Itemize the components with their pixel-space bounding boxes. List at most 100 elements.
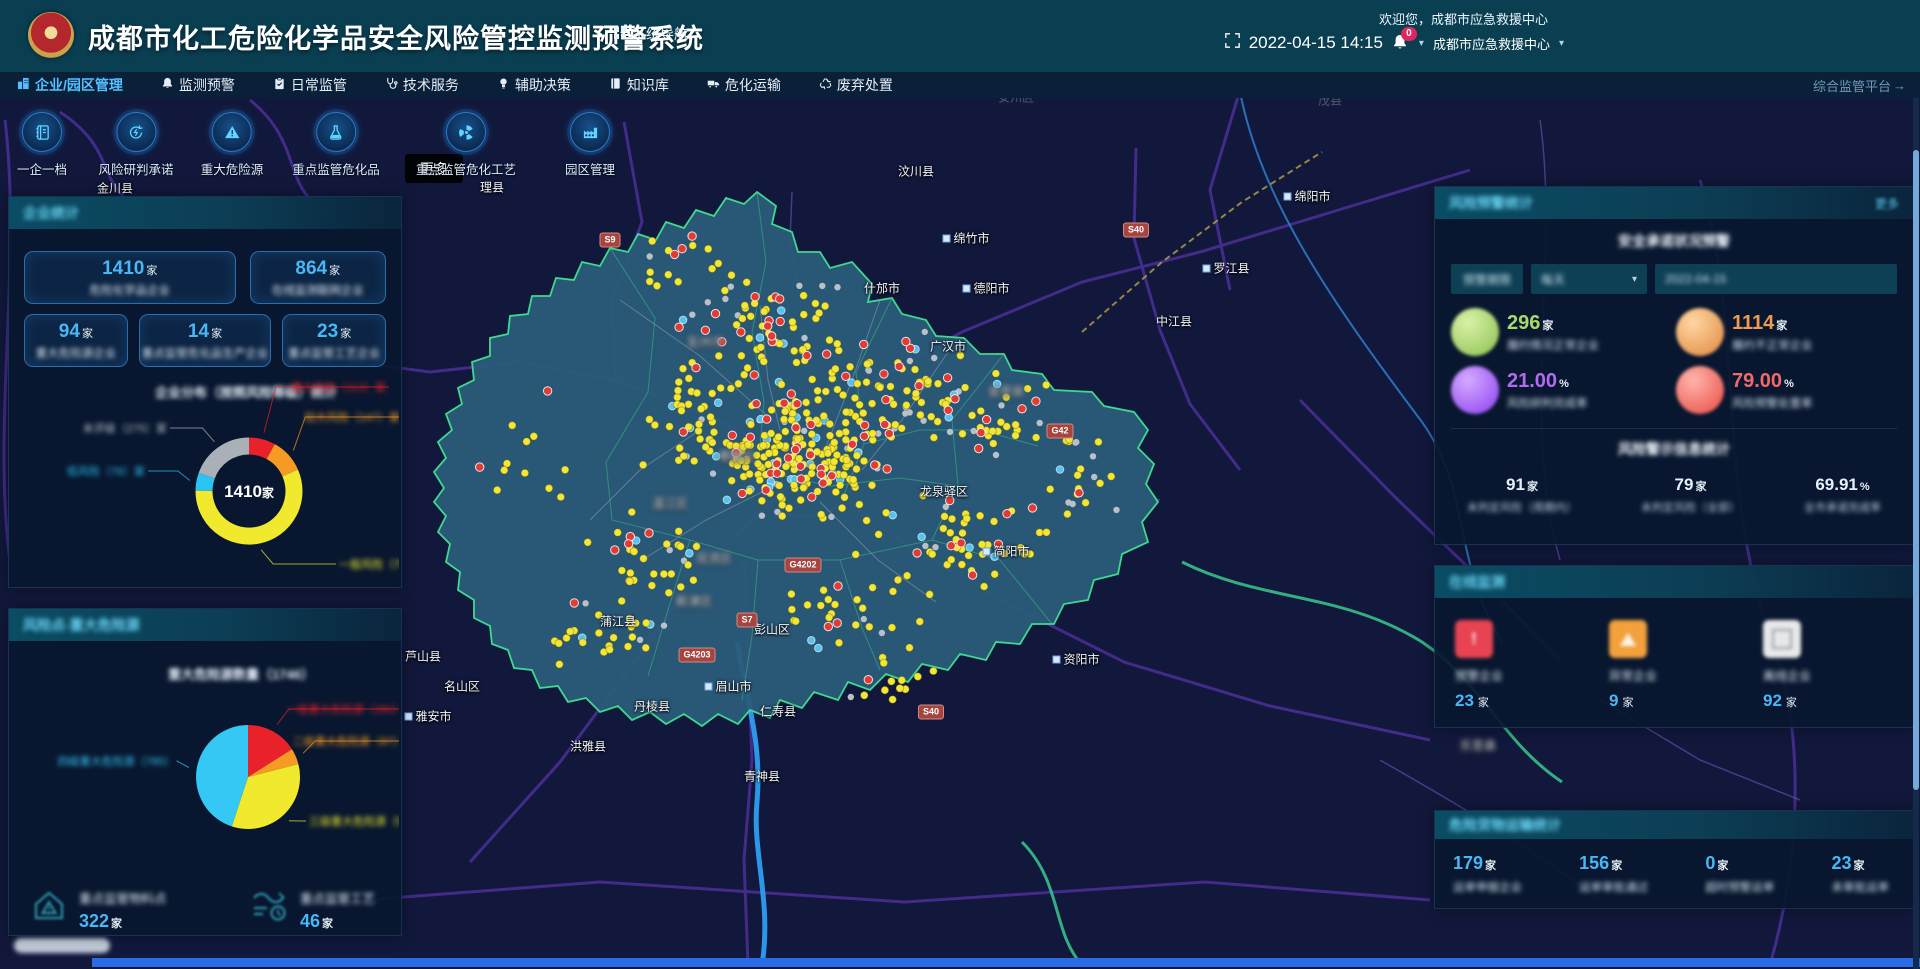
- scrollbar-thumb[interactable]: [1913, 150, 1919, 790]
- stat-box: 864家在线监测联网企业: [250, 251, 386, 304]
- user-org-dropdown[interactable]: 成都市应急救援中心: [1433, 34, 1550, 53]
- svg-text:低风险（76）家: 低风险（76）家: [67, 464, 145, 478]
- monitor-square-stats: !预警企业23家异常企业9家离线企业92家: [1435, 598, 1913, 711]
- subnav-item-3[interactable]: 重点监管危化品: [292, 112, 380, 178]
- subnav-item-0[interactable]: 一企一档: [17, 112, 67, 178]
- nav-item-7[interactable]: 废弃处置: [819, 75, 893, 95]
- grid-icon: [614, 26, 626, 42]
- transport-stat: 179家运单申报企业: [1453, 853, 1522, 895]
- subnav-item-2[interactable]: 重大危险源: [201, 112, 264, 178]
- stat-box-label: 危险化学品企业: [27, 282, 233, 298]
- square-icon-triangle: [1609, 620, 1647, 658]
- enterprise-stat-row-1: 1410家危险化学品企业864家在线监测联网企业: [9, 251, 401, 304]
- chevron-down-icon: ▾: [1632, 274, 1637, 285]
- panel-title: 危险货物运输统计: [1449, 815, 1561, 835]
- enterprise-stat-row-2: 94家重大危险源企业14家重点监管危化品生产企业23家重点监管工艺企业: [9, 314, 401, 367]
- bottom-river-strip: [92, 958, 1920, 967]
- circle-stat-label: 履约情况正常企业: [1507, 337, 1599, 353]
- org-building-icon: [17, 77, 30, 93]
- home-warning-icon: [29, 885, 69, 930]
- monitor-stat: 异常企业9家: [1609, 620, 1719, 711]
- stat-circle-green: [1451, 308, 1499, 356]
- page-title: 成都市化工危险化学品安全风险管控监测预警系统: [88, 17, 704, 56]
- nav-item-6[interactable]: 危化运输: [707, 75, 781, 95]
- bulb-icon: [497, 77, 510, 93]
- bell-icon: [161, 77, 174, 93]
- warning-filters: 预警期限 每天 ▾ 2022-04-15: [1435, 264, 1913, 294]
- keypoint-label: 重点监管物料点: [79, 888, 167, 907]
- svg-text:二级重大危险源（87）: 二级重大危险源（87）: [293, 734, 399, 748]
- circle-stat: 296家履约情况正常企业: [1451, 308, 1672, 356]
- svg-text:一级重大危险源（280）: 一级重大危险源（280）: [287, 702, 399, 716]
- system-nav-button[interactable]: 系统导航: [614, 24, 688, 44]
- nav-item-0[interactable]: 企业/园区管理: [17, 75, 123, 95]
- nav-item-3[interactable]: 技术服务: [385, 75, 459, 95]
- notifications-bell[interactable]: 0: [1392, 34, 1410, 52]
- transport-stat-row: 179家运单申报企业156家运单审批通过0家超时预警运单23家未审批运单: [1435, 839, 1913, 895]
- clipboard-icon: [273, 77, 286, 93]
- nav-item-5[interactable]: 知识库: [609, 75, 669, 95]
- svg-text:三级重大危险源（594）: 三级重大危险源（594）: [309, 814, 399, 828]
- app-header: 成都市化工危险化学品安全风险管控监测预警系统 系统导航 欢迎您，成都市应急救援中…: [0, 0, 1920, 72]
- svg-text:重大危险源数量（1746）: 重大危险源数量（1746）: [168, 667, 314, 682]
- panel-title: 企业统计: [23, 203, 79, 223]
- transport-stat-label: 运单审批通过: [1579, 879, 1648, 895]
- warning-bottom-stats: 91家未判定风险（周期内）79家未判定风险（全部）69.91%全市承诺完成率: [1435, 475, 1913, 515]
- warning-triangle-icon: [212, 112, 252, 152]
- stat-box: 23家重点监管工艺企业: [282, 314, 386, 367]
- monitor-stat-label: 异常企业: [1609, 667, 1719, 684]
- nav-item-1[interactable]: 监测预警: [161, 75, 235, 95]
- section-title: 安全承诺状况预警: [1435, 231, 1913, 251]
- nav-item-label: 企业/园区管理: [35, 75, 123, 95]
- svg-text:1410家: 1410家: [224, 482, 275, 501]
- warning-stat: 91家未判定风险（周期内）: [1467, 475, 1577, 515]
- nav-item-4[interactable]: 辅助决策: [497, 75, 571, 95]
- keypoint-label: 重点监管工艺: [300, 888, 375, 907]
- warn-date-input[interactable]: 2022-04-15: [1655, 264, 1897, 294]
- dashboard-root: 金川县理县汶川县绵阳市绵竹市罗江县什邡市德阳市中江县广汉市龙泉驿区简阳市资阳市蒲…: [0, 0, 1920, 969]
- subnav-item-label: 风险研判承诺: [98, 159, 173, 178]
- circle-stat: 1114家履约不正常企业: [1676, 308, 1897, 356]
- stat-box: 94家重大危险源企业: [24, 314, 128, 367]
- svg-text:一般风险（799）家: 一般风险（799）家: [339, 557, 399, 571]
- transport-stat: 23家未审批运单: [1831, 853, 1889, 895]
- warning-stat-label: 全市承诺完成率: [1804, 499, 1881, 515]
- nav-item-label: 废弃处置: [837, 75, 893, 95]
- subnav-item-1[interactable]: 风险研判承诺: [98, 112, 173, 178]
- subnav-item-label: 一企一档: [17, 159, 67, 178]
- notification-badge: 0: [1401, 27, 1417, 41]
- warn-period-select[interactable]: 每天 ▾: [1531, 264, 1647, 294]
- process-icon: [250, 885, 290, 930]
- svg-text:未评级（275）家: 未评级（275）家: [83, 421, 167, 435]
- panel-title: 风险点-重大危险源: [23, 615, 140, 635]
- chevron-down-icon[interactable]: ▾: [1559, 38, 1564, 49]
- nav-item-label: 辅助决策: [515, 75, 571, 95]
- stat-box-label: 重大危险源企业: [27, 345, 125, 361]
- chevron-down-icon[interactable]: ▾: [1419, 38, 1424, 49]
- monitor-stat: !预警企业23家: [1455, 620, 1565, 711]
- fullscreen-icon[interactable]: [1225, 33, 1240, 53]
- main-nav: 企业/园区管理 监测预警 日常监管 技术服务 辅助决策 知识库 危化运输 废弃处置 综合监管平…: [0, 72, 1920, 98]
- header-toolbar: 2022-04-15 14:15 0 ▾ 成都市应急救援中心 ▾: [1225, 33, 1564, 53]
- monitor-stat: 离线企业92家: [1763, 620, 1873, 711]
- transport-stat: 0家超时预警运单: [1705, 853, 1774, 895]
- more-link[interactable]: 更多: [1875, 195, 1899, 212]
- panel-transport-stats: 危险货物运输统计 179家运单申报企业156家运单审批通过0家超时预警运单23家…: [1434, 810, 1914, 909]
- stat-box-label: 重点监管工艺企业: [285, 345, 383, 361]
- recycle-icon: [819, 77, 832, 93]
- stat-box-label: 重点监管危化品生产企业: [142, 345, 269, 361]
- nav-item-label: 技术服务: [403, 75, 459, 95]
- platform-link[interactable]: 综合监管平台→: [1813, 76, 1906, 95]
- nav-item-label: 监测预警: [179, 75, 235, 95]
- nav-item-label: 知识库: [627, 75, 669, 95]
- nav-item-2[interactable]: 日常监管: [273, 75, 347, 95]
- subnav-item-4[interactable]: 重点监管危化工艺: [416, 112, 516, 178]
- subnav-item-5[interactable]: 园区管理: [565, 112, 615, 178]
- circle-stat: 79.00%风险预警处置率: [1676, 366, 1897, 414]
- subnav-item-label: 重点监管危化工艺: [416, 159, 516, 178]
- transport-stat-label: 未审批运单: [1831, 879, 1889, 895]
- notebook-icon: [22, 112, 62, 152]
- monitor-stat-label: 离线企业: [1763, 667, 1873, 684]
- circle-stat-label: 履约不正常企业: [1732, 337, 1813, 353]
- svg-text:四级重大危险源（785）: 四级重大危险源（785）: [58, 754, 175, 768]
